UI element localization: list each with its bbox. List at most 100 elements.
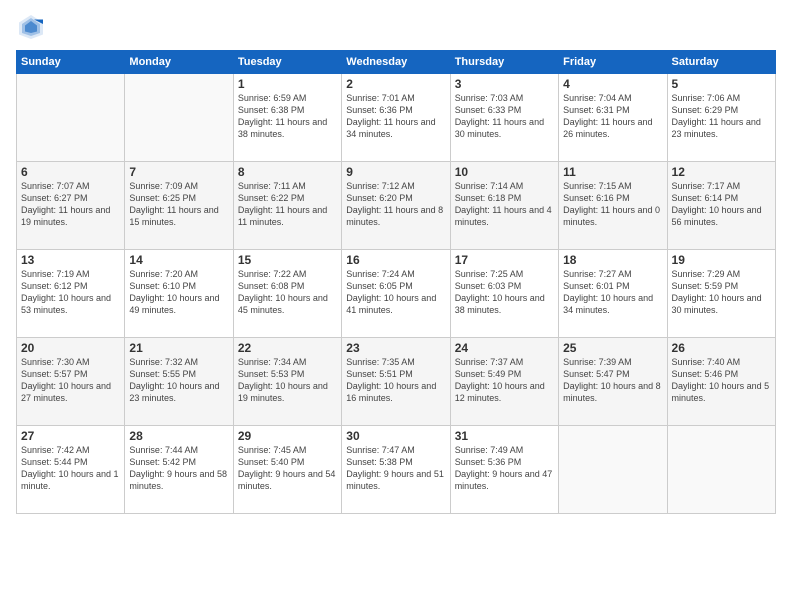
col-header-tuesday: Tuesday [233,51,341,74]
day-number: 6 [21,165,120,179]
calendar-cell: 4Sunrise: 7:04 AM Sunset: 6:31 PM Daylig… [559,74,667,162]
calendar-cell: 7Sunrise: 7:09 AM Sunset: 6:25 PM Daylig… [125,162,233,250]
day-info: Sunrise: 7:47 AM Sunset: 5:38 PM Dayligh… [346,444,445,493]
day-info: Sunrise: 7:12 AM Sunset: 6:20 PM Dayligh… [346,180,445,229]
day-number: 11 [563,165,662,179]
day-number: 3 [455,77,554,91]
calendar-cell: 18Sunrise: 7:27 AM Sunset: 6:01 PM Dayli… [559,250,667,338]
day-info: Sunrise: 7:34 AM Sunset: 5:53 PM Dayligh… [238,356,337,405]
day-number: 23 [346,341,445,355]
day-info: Sunrise: 7:35 AM Sunset: 5:51 PM Dayligh… [346,356,445,405]
day-info: Sunrise: 7:20 AM Sunset: 6:10 PM Dayligh… [129,268,228,317]
calendar-cell: 27Sunrise: 7:42 AM Sunset: 5:44 PM Dayli… [17,426,125,514]
day-info: Sunrise: 7:44 AM Sunset: 5:42 PM Dayligh… [129,444,228,493]
logo [16,12,50,42]
day-info: Sunrise: 7:24 AM Sunset: 6:05 PM Dayligh… [346,268,445,317]
calendar-cell: 10Sunrise: 7:14 AM Sunset: 6:18 PM Dayli… [450,162,558,250]
day-info: Sunrise: 7:19 AM Sunset: 6:12 PM Dayligh… [21,268,120,317]
calendar-cell: 28Sunrise: 7:44 AM Sunset: 5:42 PM Dayli… [125,426,233,514]
day-number: 5 [672,77,771,91]
day-number: 17 [455,253,554,267]
calendar-cell: 1Sunrise: 6:59 AM Sunset: 6:38 PM Daylig… [233,74,341,162]
day-number: 26 [672,341,771,355]
day-info: Sunrise: 7:07 AM Sunset: 6:27 PM Dayligh… [21,180,120,229]
day-info: Sunrise: 7:14 AM Sunset: 6:18 PM Dayligh… [455,180,554,229]
day-info: Sunrise: 7:06 AM Sunset: 6:29 PM Dayligh… [672,92,771,141]
calendar-cell: 12Sunrise: 7:17 AM Sunset: 6:14 PM Dayli… [667,162,775,250]
day-number: 12 [672,165,771,179]
calendar-cell: 23Sunrise: 7:35 AM Sunset: 5:51 PM Dayli… [342,338,450,426]
day-number: 30 [346,429,445,443]
day-number: 21 [129,341,228,355]
day-number: 25 [563,341,662,355]
day-number: 18 [563,253,662,267]
day-info: Sunrise: 7:15 AM Sunset: 6:16 PM Dayligh… [563,180,662,229]
calendar-cell: 8Sunrise: 7:11 AM Sunset: 6:22 PM Daylig… [233,162,341,250]
day-number: 4 [563,77,662,91]
day-number: 1 [238,77,337,91]
calendar-cell: 26Sunrise: 7:40 AM Sunset: 5:46 PM Dayli… [667,338,775,426]
calendar-cell: 11Sunrise: 7:15 AM Sunset: 6:16 PM Dayli… [559,162,667,250]
day-number: 24 [455,341,554,355]
header [16,12,776,42]
day-info: Sunrise: 7:11 AM Sunset: 6:22 PM Dayligh… [238,180,337,229]
day-number: 13 [21,253,120,267]
day-info: Sunrise: 7:49 AM Sunset: 5:36 PM Dayligh… [455,444,554,493]
calendar-cell: 30Sunrise: 7:47 AM Sunset: 5:38 PM Dayli… [342,426,450,514]
week-row-4: 20Sunrise: 7:30 AM Sunset: 5:57 PM Dayli… [17,338,776,426]
calendar-cell: 20Sunrise: 7:30 AM Sunset: 5:57 PM Dayli… [17,338,125,426]
day-number: 15 [238,253,337,267]
calendar-table: SundayMondayTuesdayWednesdayThursdayFrid… [16,50,776,514]
week-row-2: 6Sunrise: 7:07 AM Sunset: 6:27 PM Daylig… [17,162,776,250]
calendar-cell: 17Sunrise: 7:25 AM Sunset: 6:03 PM Dayli… [450,250,558,338]
day-info: Sunrise: 6:59 AM Sunset: 6:38 PM Dayligh… [238,92,337,141]
day-info: Sunrise: 7:22 AM Sunset: 6:08 PM Dayligh… [238,268,337,317]
day-number: 9 [346,165,445,179]
col-header-thursday: Thursday [450,51,558,74]
day-number: 20 [21,341,120,355]
day-info: Sunrise: 7:45 AM Sunset: 5:40 PM Dayligh… [238,444,337,493]
day-number: 29 [238,429,337,443]
calendar-cell: 21Sunrise: 7:32 AM Sunset: 5:55 PM Dayli… [125,338,233,426]
day-info: Sunrise: 7:37 AM Sunset: 5:49 PM Dayligh… [455,356,554,405]
logo-icon [16,12,46,42]
col-header-sunday: Sunday [17,51,125,74]
calendar-cell: 9Sunrise: 7:12 AM Sunset: 6:20 PM Daylig… [342,162,450,250]
day-info: Sunrise: 7:40 AM Sunset: 5:46 PM Dayligh… [672,356,771,405]
calendar-cell: 25Sunrise: 7:39 AM Sunset: 5:47 PM Dayli… [559,338,667,426]
day-number: 22 [238,341,337,355]
calendar-cell [125,74,233,162]
header-row: SundayMondayTuesdayWednesdayThursdayFrid… [17,51,776,74]
day-info: Sunrise: 7:03 AM Sunset: 6:33 PM Dayligh… [455,92,554,141]
day-info: Sunrise: 7:25 AM Sunset: 6:03 PM Dayligh… [455,268,554,317]
col-header-wednesday: Wednesday [342,51,450,74]
calendar-cell [559,426,667,514]
calendar-cell: 15Sunrise: 7:22 AM Sunset: 6:08 PM Dayli… [233,250,341,338]
week-row-5: 27Sunrise: 7:42 AM Sunset: 5:44 PM Dayli… [17,426,776,514]
day-info: Sunrise: 7:42 AM Sunset: 5:44 PM Dayligh… [21,444,120,493]
day-info: Sunrise: 7:17 AM Sunset: 6:14 PM Dayligh… [672,180,771,229]
calendar-cell: 13Sunrise: 7:19 AM Sunset: 6:12 PM Dayli… [17,250,125,338]
day-number: 16 [346,253,445,267]
calendar-cell [667,426,775,514]
calendar-cell: 14Sunrise: 7:20 AM Sunset: 6:10 PM Dayli… [125,250,233,338]
day-number: 14 [129,253,228,267]
calendar-cell: 22Sunrise: 7:34 AM Sunset: 5:53 PM Dayli… [233,338,341,426]
day-number: 8 [238,165,337,179]
calendar-cell: 2Sunrise: 7:01 AM Sunset: 6:36 PM Daylig… [342,74,450,162]
day-info: Sunrise: 7:04 AM Sunset: 6:31 PM Dayligh… [563,92,662,141]
col-header-friday: Friday [559,51,667,74]
day-info: Sunrise: 7:32 AM Sunset: 5:55 PM Dayligh… [129,356,228,405]
day-number: 10 [455,165,554,179]
calendar-cell: 16Sunrise: 7:24 AM Sunset: 6:05 PM Dayli… [342,250,450,338]
calendar-cell: 6Sunrise: 7:07 AM Sunset: 6:27 PM Daylig… [17,162,125,250]
day-info: Sunrise: 7:30 AM Sunset: 5:57 PM Dayligh… [21,356,120,405]
day-info: Sunrise: 7:29 AM Sunset: 5:59 PM Dayligh… [672,268,771,317]
day-info: Sunrise: 7:09 AM Sunset: 6:25 PM Dayligh… [129,180,228,229]
calendar-cell [17,74,125,162]
col-header-saturday: Saturday [667,51,775,74]
day-number: 27 [21,429,120,443]
day-info: Sunrise: 7:01 AM Sunset: 6:36 PM Dayligh… [346,92,445,141]
calendar-cell: 24Sunrise: 7:37 AM Sunset: 5:49 PM Dayli… [450,338,558,426]
calendar-cell: 19Sunrise: 7:29 AM Sunset: 5:59 PM Dayli… [667,250,775,338]
